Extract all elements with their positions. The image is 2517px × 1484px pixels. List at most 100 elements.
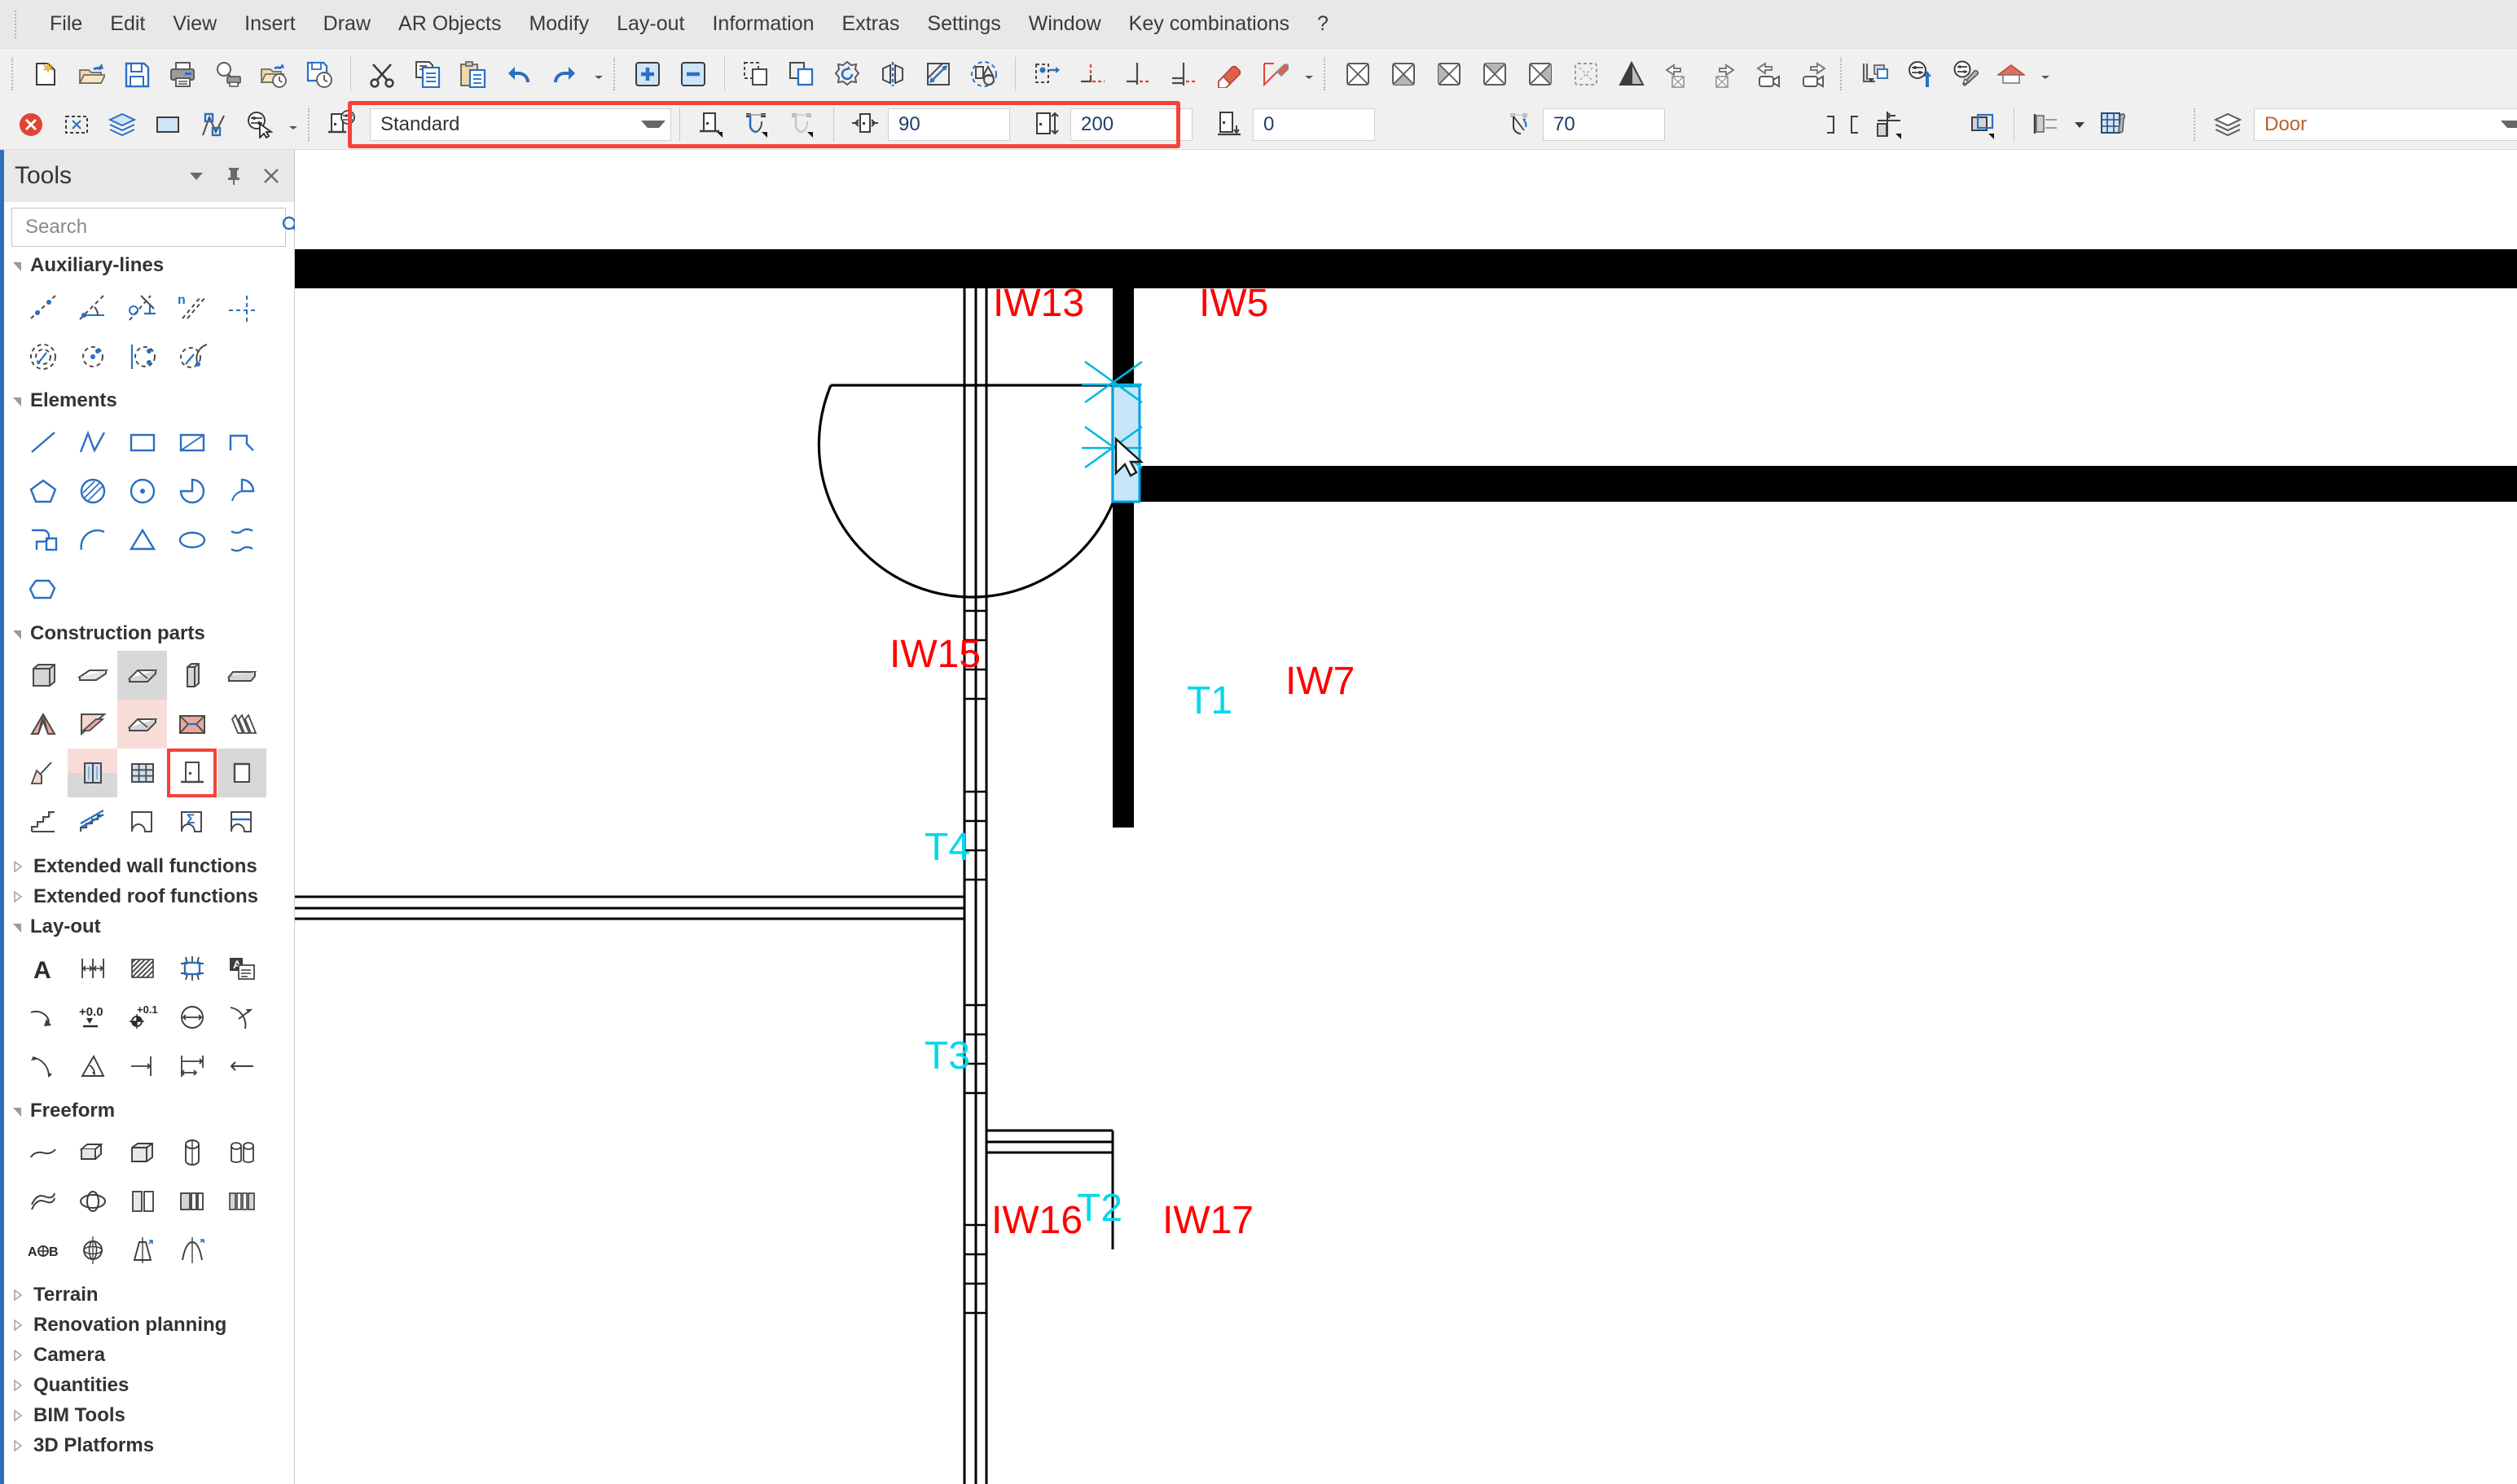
surface-1-icon[interactable] <box>1335 52 1381 96</box>
polyline-icon[interactable] <box>68 418 117 467</box>
aux-parallel-n-icon[interactable]: n <box>167 283 217 331</box>
door-sill-icon[interactable] <box>1207 103 1253 147</box>
aux-crosshair-icon[interactable] <box>217 283 266 331</box>
arc-icon[interactable] <box>68 516 117 564</box>
duplicate-icon[interactable] <box>779 52 824 96</box>
door-swing-gray-icon[interactable] <box>780 103 825 147</box>
arc-pie-icon[interactable] <box>217 467 266 516</box>
toolbar-grip-2[interactable] <box>613 58 617 90</box>
layer-combo[interactable]: Door <box>2254 108 2517 141</box>
layers-stack-icon[interactable] <box>2205 103 2251 147</box>
slab-icon[interactable] <box>68 651 117 700</box>
new-document-icon[interactable] <box>23 52 68 96</box>
copy-icon[interactable] <box>405 52 450 96</box>
free-revolve-icon[interactable] <box>68 1177 117 1226</box>
stairs-rail-icon[interactable] <box>68 797 117 846</box>
trim-wall-icon[interactable] <box>1161 52 1206 96</box>
marquee-select-icon[interactable] <box>54 103 99 147</box>
surface-3-icon[interactable] <box>1426 52 1472 96</box>
arch-sum-icon[interactable]: Σ <box>167 797 217 846</box>
align-panel-icon[interactable] <box>2023 103 2068 147</box>
arch-lintel-icon[interactable] <box>217 797 266 846</box>
move-to-layer-icon[interactable] <box>1024 52 1070 96</box>
prev-view-icon[interactable] <box>1654 52 1700 96</box>
chevron-down-icon[interactable] <box>185 165 208 187</box>
reveal-right-icon[interactable] <box>1843 103 1865 147</box>
menu-item-view[interactable]: View <box>159 7 231 41</box>
surface-2-icon[interactable] <box>1381 52 1426 96</box>
paste-icon[interactable] <box>450 52 496 96</box>
section-auxiliary-lines[interactable]: Auxiliary-lines <box>11 250 291 280</box>
menu-item-extras[interactable]: Extras <box>828 7 914 41</box>
toolbar-grip[interactable] <box>11 58 15 90</box>
aux-circle-line-icon[interactable] <box>117 331 167 380</box>
text3d-icon[interactable]: AB <box>18 1226 68 1275</box>
save-icon[interactable] <box>114 52 160 96</box>
section-extended-wall-functions[interactable]: Extended wall functions <box>11 851 291 881</box>
door-sill-field[interactable]: 0 <box>1253 108 1375 141</box>
menu-item-key-combinations[interactable]: Key combinations <box>1115 7 1303 41</box>
surface-6-icon[interactable] <box>1563 52 1609 96</box>
free-taper-icon[interactable] <box>117 1226 167 1275</box>
rotate-icon[interactable] <box>824 52 870 96</box>
caret-more-icon-4[interactable] <box>282 103 305 147</box>
column-icon[interactable] <box>167 651 217 700</box>
triangle-icon[interactable] <box>117 516 167 564</box>
menu-item-modify[interactable]: Modify <box>515 7 603 41</box>
slab-angled-icon[interactable] <box>117 651 167 700</box>
door-toolbar-grip[interactable] <box>308 108 311 141</box>
arrow-icon[interactable] <box>217 1042 266 1091</box>
single-dimension-icon[interactable] <box>117 1042 167 1091</box>
pentagon-icon[interactable] <box>18 467 68 516</box>
section-renovation-planning[interactable]: Renovation planning <box>11 1310 291 1340</box>
save-version-icon[interactable] <box>297 52 342 96</box>
caret-more-icon-2[interactable] <box>1298 52 1320 96</box>
section-extended-roof-functions[interactable]: Extended roof functions <box>11 881 291 911</box>
menu-grip[interactable] <box>15 10 18 38</box>
roof-color-icon[interactable] <box>1988 52 2034 96</box>
menu-item-ar-objects[interactable]: AR Objects <box>384 7 515 41</box>
toolbar-grip-4[interactable] <box>1840 58 1843 90</box>
open-folder-icon[interactable] <box>68 52 114 96</box>
section-freeform[interactable]: Freeform <box>11 1095 291 1126</box>
section-elements[interactable]: Elements <box>11 385 291 415</box>
menu-item-settings[interactable]: Settings <box>913 7 1014 41</box>
aux-perpendicular-icon[interactable] <box>117 283 167 331</box>
caret-more-icon-3[interactable] <box>2034 52 2057 96</box>
door-settings-icon[interactable] <box>319 103 365 147</box>
prev-camera-icon[interactable] <box>1746 52 1791 96</box>
wall-offset-icon[interactable] <box>1865 103 1911 147</box>
spline-icon[interactable] <box>217 516 266 564</box>
floorplan-drawing[interactable]: IW13 IW5 IW15 IW7 IW16 IW17 T1 T4 T3 T2 <box>295 150 2517 1484</box>
scale-icon[interactable] <box>916 52 961 96</box>
chevron-down-icon[interactable] <box>641 121 665 128</box>
pie-slice-icon[interactable] <box>167 467 217 516</box>
free-sweep-icon[interactable] <box>217 1128 266 1177</box>
door-width-field[interactable]: 90 <box>888 108 1010 141</box>
free-curve-icon[interactable] <box>18 1128 68 1177</box>
free-deform-icon[interactable] <box>167 1226 217 1275</box>
diameter-icon[interactable] <box>167 993 217 1042</box>
free-array-icon[interactable] <box>217 1177 266 1226</box>
partial-erase-icon[interactable] <box>1252 52 1298 96</box>
angle-dimension-icon[interactable] <box>68 1042 117 1091</box>
free-extrude-icon[interactable] <box>68 1128 117 1177</box>
door-open-angle-icon[interactable] <box>1497 103 1543 147</box>
aux-angle-icon[interactable] <box>68 283 117 331</box>
roof-multi-icon[interactable] <box>217 700 266 749</box>
trim-corner-icon[interactable] <box>1070 52 1115 96</box>
mirror-icon[interactable] <box>870 52 916 96</box>
menu-item-draw[interactable]: Draw <box>310 7 384 41</box>
tools-scroll-area[interactable]: Auxiliary-lines n Elements Construction … <box>0 250 294 1484</box>
print-icon[interactable] <box>160 52 205 96</box>
door-swing-blue-icon[interactable] <box>734 103 780 147</box>
rectangle-icon[interactable] <box>117 418 167 467</box>
toolbar-grip-3[interactable] <box>1324 58 1327 90</box>
polygon-open-icon[interactable] <box>217 418 266 467</box>
polyline-vertex-icon[interactable] <box>191 103 236 147</box>
free-loft-icon[interactable] <box>18 1177 68 1226</box>
section-3d-platforms[interactable]: 3D Platforms <box>11 1430 291 1460</box>
door-width-icon[interactable] <box>842 103 888 147</box>
menu-item-information[interactable]: Information <box>698 7 828 41</box>
redo-icon[interactable] <box>542 52 587 96</box>
